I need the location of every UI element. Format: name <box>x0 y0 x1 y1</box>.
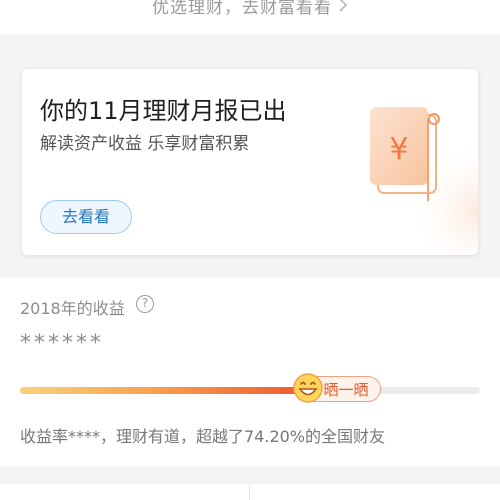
monthly-report-card[interactable]: 你的11月理财月报已出 解读资产收益 乐享财富积累 去看看 ¥ <box>22 69 478 255</box>
wealth-page: 优选理财，去财富看看 你的11月理财月报已出 解读资产收益 乐享财富积累 去看看 <box>0 0 500 500</box>
view-report-button[interactable]: 去看看 <box>40 200 132 234</box>
bottom-section <box>0 484 500 500</box>
yen-symbol: ¥ <box>389 132 408 167</box>
masked-earnings-value: ****** <box>20 331 104 356</box>
annual-earnings-panel: 2018年的收益 ? ****** 晒一晒 收益率****，理财有道，超越了74… <box>0 278 500 466</box>
explore-wealth-link[interactable]: 优选理财，去财富看看 <box>0 0 500 18</box>
ranking-progress-fill <box>20 387 303 394</box>
share-button[interactable]: 晒一晒 <box>292 373 381 403</box>
question-circle-icon[interactable]: ? <box>136 295 154 313</box>
chevron-right-icon <box>338 0 348 18</box>
return-rate-text: 收益率****，理财有道，超越了74.20%的全国财友 <box>20 427 386 446</box>
top-banner: 优选理财，去财富看看 <box>0 0 500 34</box>
ranking-progress-bar <box>20 387 480 394</box>
grinning-face-icon <box>292 372 324 404</box>
bottom-divider <box>249 484 250 500</box>
share-label: 晒一晒 <box>323 381 369 399</box>
yen-document-icon: ¥ <box>348 89 478 255</box>
report-title: 你的11月理财月报已出 <box>40 97 287 125</box>
explore-wealth-label: 优选理财，去财富看看 <box>152 0 332 18</box>
report-subtitle: 解读资产收益 乐享财富积累 <box>40 134 250 154</box>
earnings-year-label: 2018年的收益 <box>20 299 125 318</box>
